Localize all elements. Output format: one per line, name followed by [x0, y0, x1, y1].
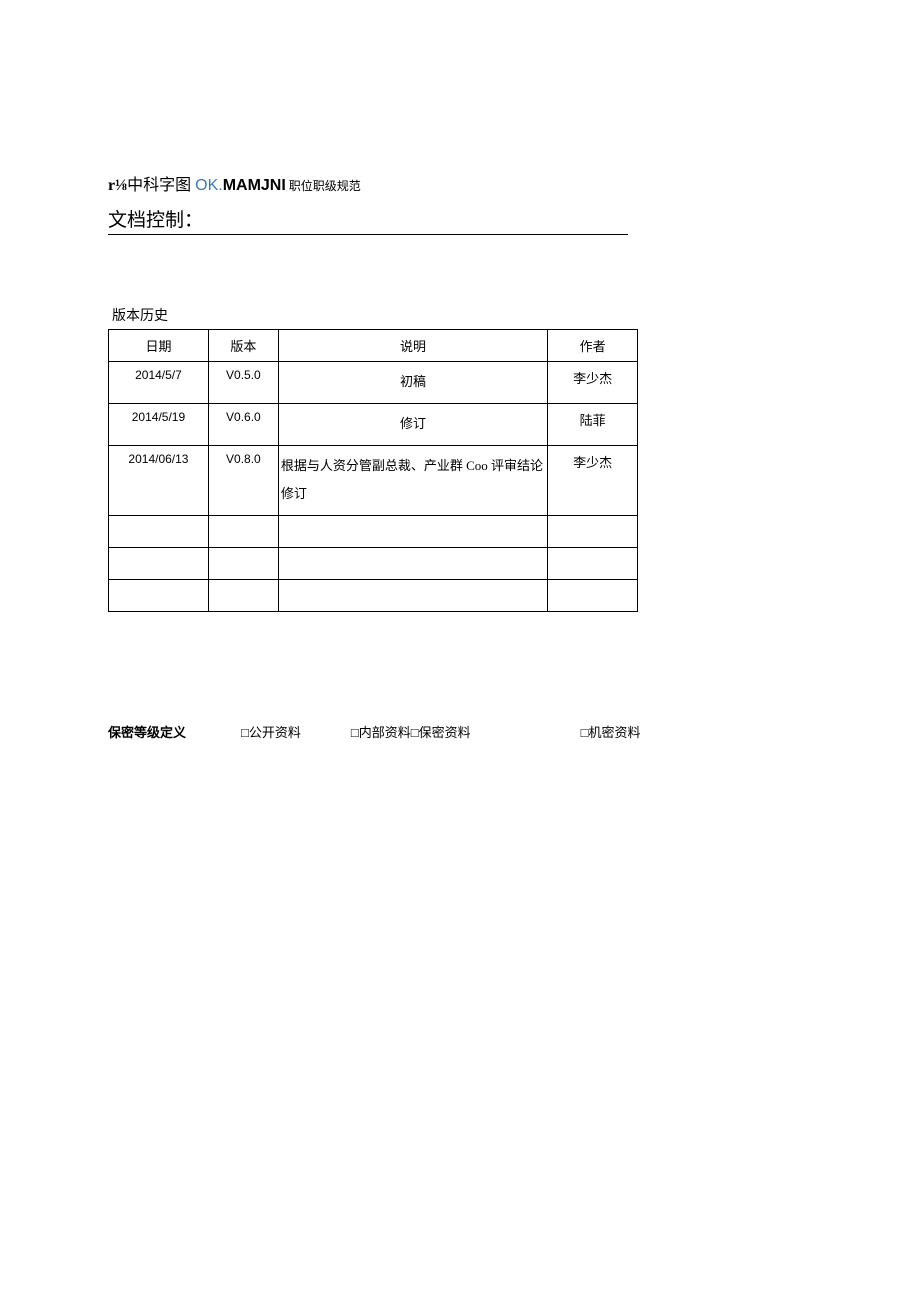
header-prefix: r⅛: [108, 177, 127, 194]
cell-empty: [278, 579, 547, 611]
confidentiality-option-public: □公开资料: [241, 722, 301, 741]
col-header-date: 日期: [109, 330, 209, 362]
cell-empty: [548, 515, 638, 547]
opt-secret-text: 机密资料: [589, 725, 641, 740]
cell-empty: [109, 547, 209, 579]
cell-empty: [109, 515, 209, 547]
cell-empty: [548, 579, 638, 611]
opt-confidential-text: 保密资料: [419, 725, 471, 740]
cell-empty: [208, 579, 278, 611]
table-row: 2014/5/7 V0.5.0 初稿 李少杰: [109, 362, 638, 404]
confidentiality-option-internal-confidential: □内部资料□保密资料: [351, 722, 471, 741]
version-history-label: 版本历史: [108, 305, 812, 325]
cell-empty: [548, 547, 638, 579]
cell-version: V0.5.0: [208, 362, 278, 404]
confidentiality-option-secret: □机密资料: [581, 722, 641, 741]
cell-date: 2014/06/13: [109, 445, 209, 515]
checkbox-icon: □: [351, 725, 359, 740]
cell-empty: [208, 515, 278, 547]
cell-desc: 修订: [278, 403, 547, 445]
header-cn: 中科字图: [127, 177, 195, 194]
checkbox-icon: □: [241, 725, 249, 740]
cell-author: 李少杰: [548, 445, 638, 515]
cell-date: 2014/5/7: [109, 362, 209, 404]
opt-public-text: 公开资料: [249, 725, 301, 740]
confidentiality-label: 保密等级定义: [108, 722, 186, 741]
document-header: r⅛中科字图 OK.MAMJNI 职位职级规范: [108, 175, 812, 197]
opt-internal-text: 内部资料: [359, 725, 411, 740]
cell-empty: [278, 547, 547, 579]
col-header-version: 版本: [208, 330, 278, 362]
cell-empty: [109, 579, 209, 611]
checkbox-icon: □: [581, 725, 589, 740]
header-ok: OK.: [195, 177, 223, 194]
table-row-empty: [109, 547, 638, 579]
cell-author: 陆菲: [548, 403, 638, 445]
header-suffix: 职位职级规范: [286, 179, 361, 193]
cell-date: 2014/5/19: [109, 403, 209, 445]
col-header-author: 作者: [548, 330, 638, 362]
table-row: 2014/5/19 V0.6.0 修订 陆菲: [109, 403, 638, 445]
doc-control-heading: 文档控制：: [108, 205, 628, 235]
cell-empty: [208, 547, 278, 579]
cell-empty: [278, 515, 547, 547]
col-header-desc: 说明: [278, 330, 547, 362]
cell-version: V0.8.0: [208, 445, 278, 515]
table-row-empty: [109, 579, 638, 611]
cell-version: V0.6.0: [208, 403, 278, 445]
table-header-row: 日期 版本 说明 作者: [109, 330, 638, 362]
version-history-table: 日期 版本 说明 作者 2014/5/7 V0.5.0 初稿 李少杰 2014/…: [108, 329, 638, 611]
table-row-empty: [109, 515, 638, 547]
confidentiality-row: 保密等级定义 □公开资料 □内部资料□保密资料 □机密资料: [108, 722, 812, 741]
cell-desc: 根据与人资分管副总裁、产业群 Coo 评审结论修订: [278, 445, 547, 515]
header-mamjni: MAMJNI: [223, 177, 286, 194]
checkbox-icon: □: [411, 725, 419, 740]
cell-desc: 初稿: [278, 362, 547, 404]
table-row: 2014/06/13 V0.8.0 根据与人资分管副总裁、产业群 Coo 评审结…: [109, 445, 638, 515]
cell-author: 李少杰: [548, 362, 638, 404]
